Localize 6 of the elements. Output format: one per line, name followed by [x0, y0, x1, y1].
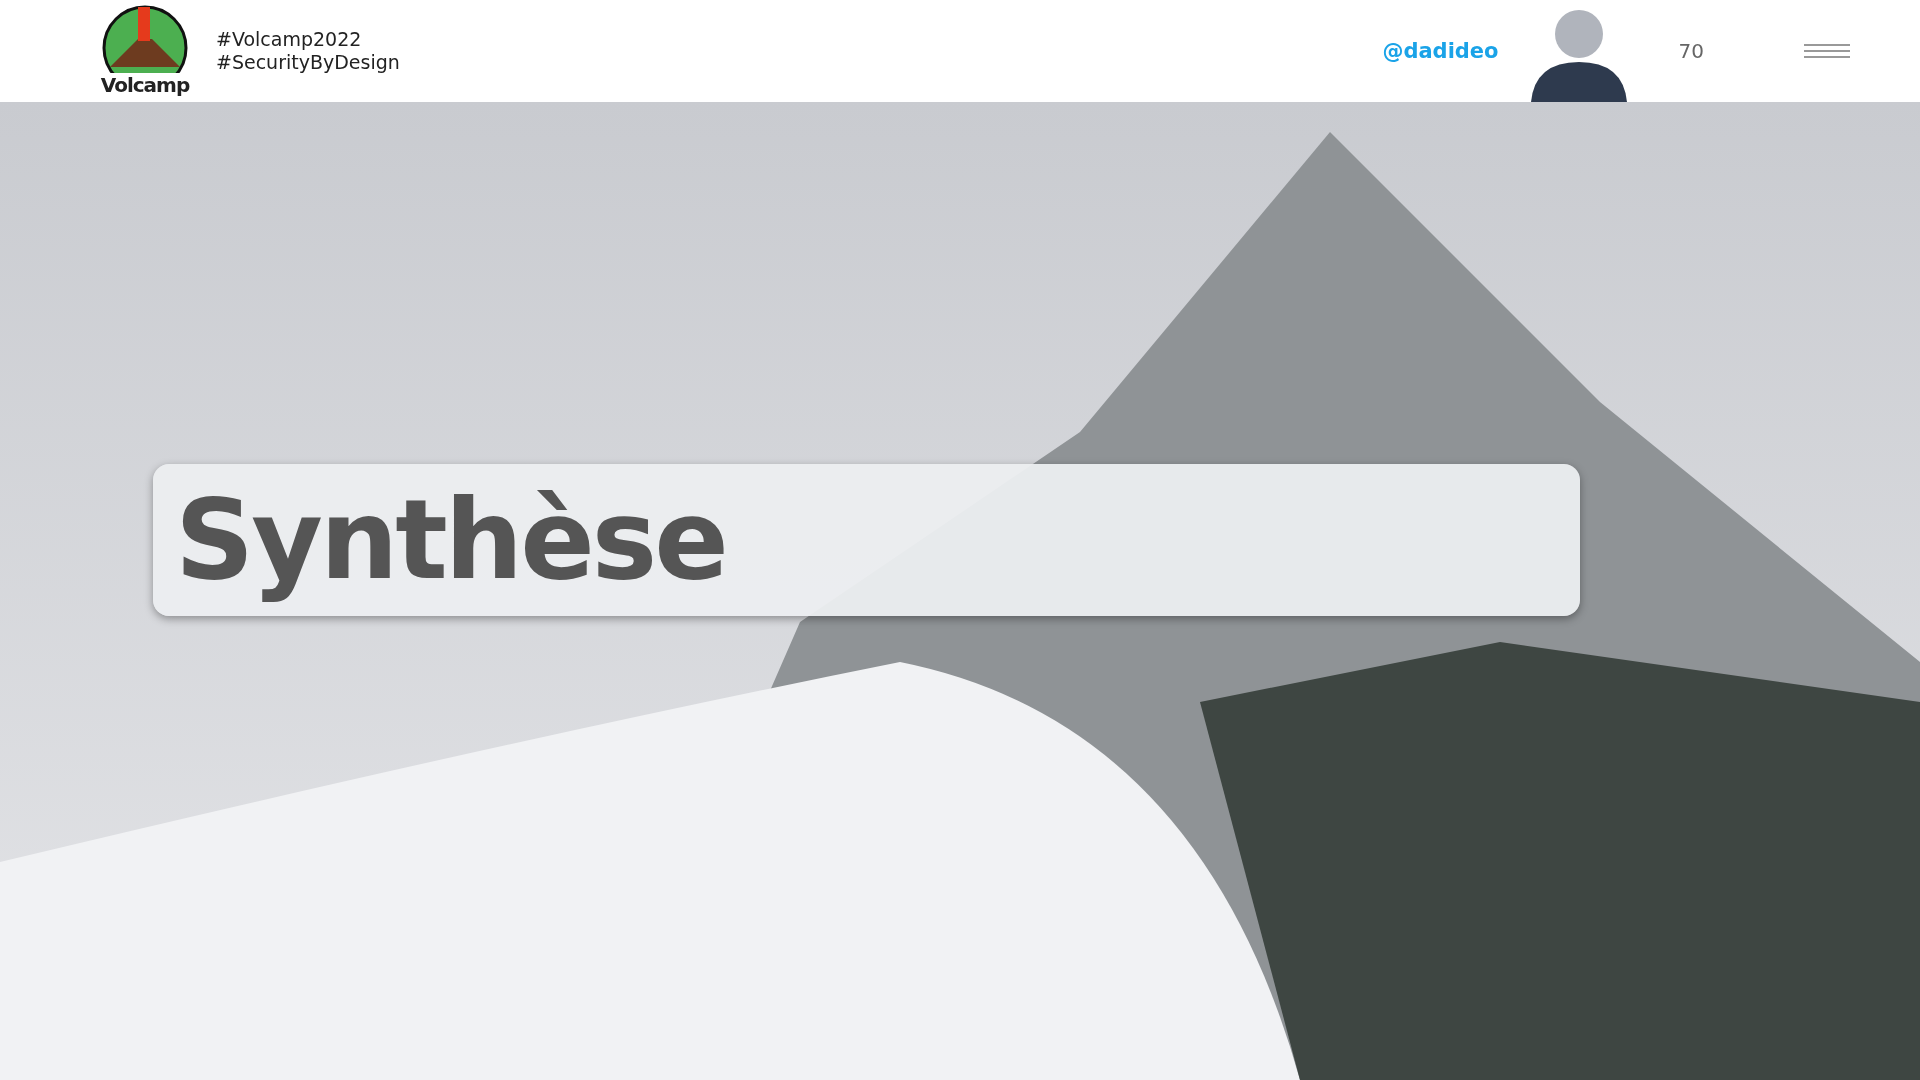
hashtag: #Volcamp2022 — [216, 28, 363, 51]
hashtag: #SecurityByDesign — [216, 51, 400, 74]
slide-number: 70 — [1678, 39, 1704, 63]
twitter-handle: @dadideo — [1382, 39, 1499, 63]
menu-icon[interactable] — [1804, 44, 1850, 58]
slide-title: Synthèse — [175, 474, 726, 606]
